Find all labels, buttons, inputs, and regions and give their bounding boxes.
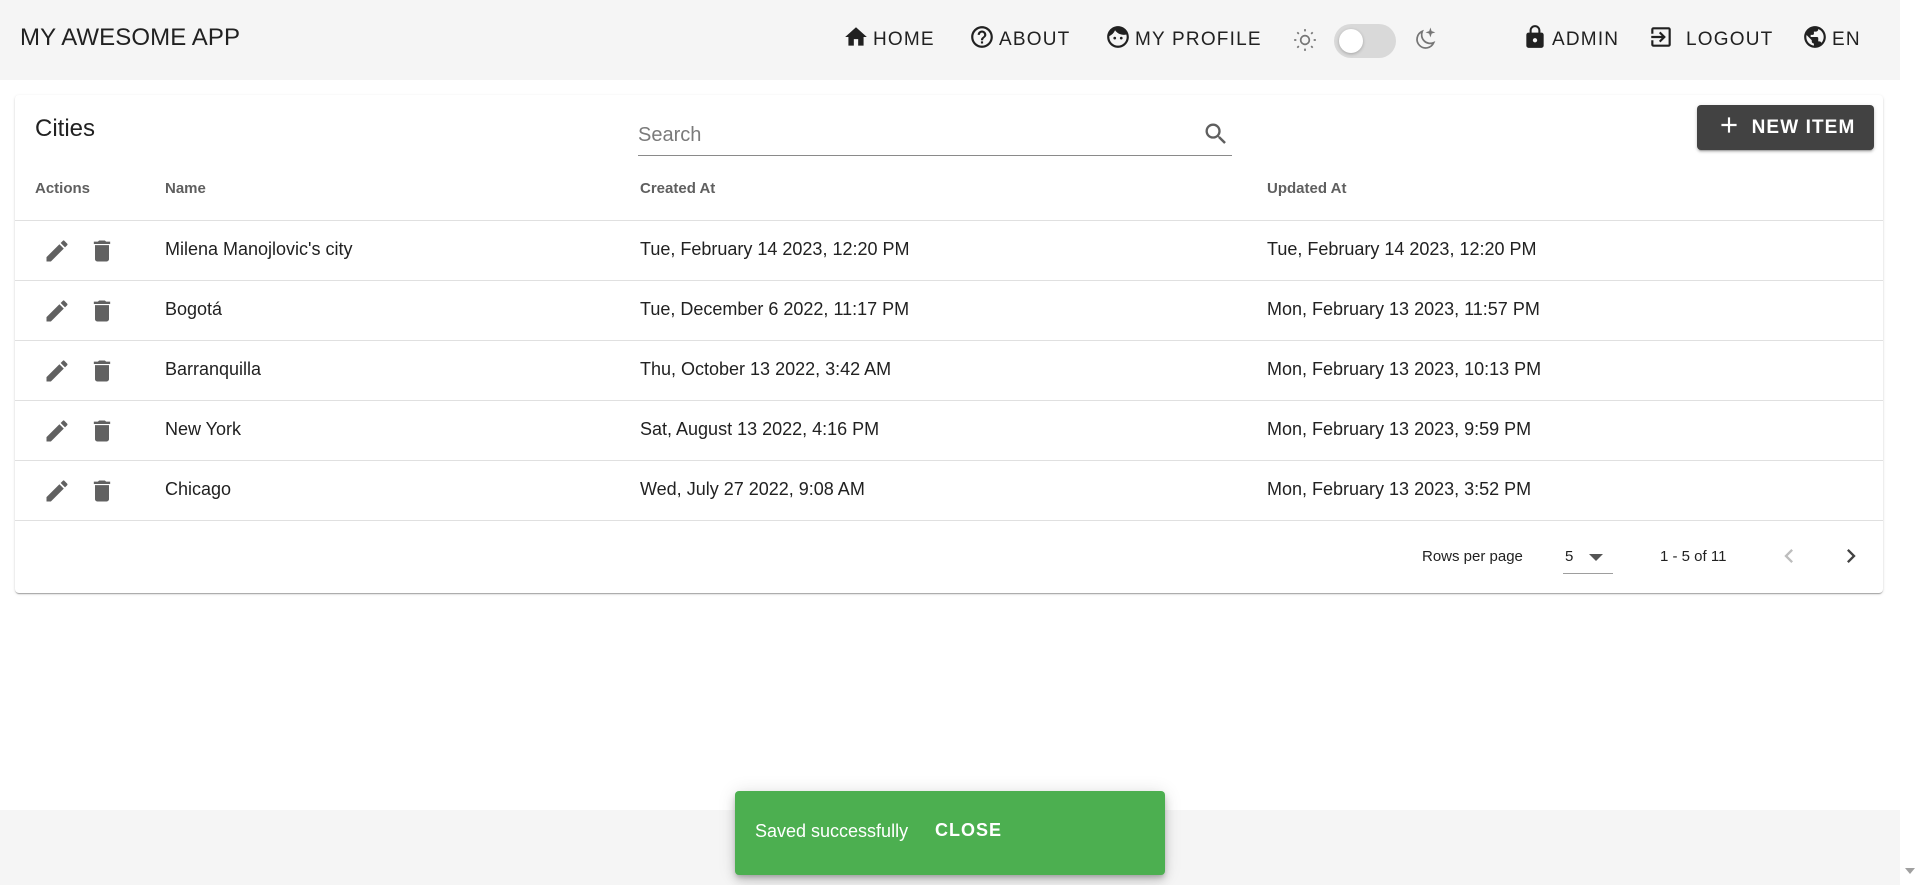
cell-name: Bogotá bbox=[165, 299, 223, 319]
page: MY AWESOME APP HOME ABOUT MY PROFILE ADM… bbox=[0, 0, 1920, 885]
snackbar: Saved successfully CLOSE bbox=[735, 791, 1165, 875]
add-icon bbox=[1716, 112, 1742, 144]
column-header-updated-at[interactable]: Updated At bbox=[1267, 180, 1346, 197]
edit-icon[interactable] bbox=[43, 417, 71, 445]
cell-updated-at: Mon, February 13 2023, 9:59 PM bbox=[1267, 419, 1532, 439]
column-header-name[interactable]: Name bbox=[165, 180, 206, 197]
rows-per-page-value: 5 bbox=[1565, 548, 1574, 565]
edit-icon[interactable] bbox=[43, 297, 71, 325]
cell-name: Barranquilla bbox=[165, 359, 262, 379]
new-item-button[interactable]: NEW ITEM bbox=[1697, 105, 1874, 150]
nav-profile-label: MY PROFILE bbox=[1135, 29, 1262, 50]
nav-profile-button[interactable]: MY PROFILE bbox=[1105, 20, 1262, 60]
search-icon[interactable] bbox=[1202, 120, 1230, 148]
lock-icon bbox=[1522, 24, 1548, 56]
column-header-actions: Actions bbox=[35, 180, 91, 197]
table-row: Milena Manojlovic's city Tue, February 1… bbox=[15, 220, 1883, 280]
next-page-icon[interactable] bbox=[1837, 542, 1865, 570]
page-scrollbar[interactable] bbox=[1900, 0, 1920, 885]
delete-icon[interactable] bbox=[88, 357, 116, 385]
cell-created-at: Tue, December 6 2022, 11:17 PM bbox=[640, 299, 910, 319]
table-row: Bogotá Tue, December 6 2022, 11:17 PM Mo… bbox=[15, 280, 1883, 340]
cell-created-at: Sat, August 13 2022, 4:16 PM bbox=[640, 419, 880, 439]
dropdown-arrow-icon bbox=[1589, 554, 1603, 561]
cell-name: Milena Manojlovic's city bbox=[165, 239, 353, 259]
delete-icon[interactable] bbox=[88, 297, 116, 325]
scroll-down-arrow-icon[interactable] bbox=[1905, 868, 1915, 874]
theme-toggle-knob bbox=[1339, 29, 1363, 53]
globe-icon bbox=[1802, 24, 1828, 56]
table-divider bbox=[15, 520, 1883, 521]
previous-page-icon[interactable] bbox=[1775, 542, 1803, 570]
cell-updated-at: Mon, February 13 2023, 10:13 PM bbox=[1267, 359, 1542, 379]
cell-updated-at: Mon, February 13 2023, 3:52 PM bbox=[1267, 479, 1532, 499]
app-title: MY AWESOME APP bbox=[20, 24, 241, 51]
edit-icon[interactable] bbox=[43, 237, 71, 265]
cell-updated-at: Tue, February 14 2023, 12:20 PM bbox=[1267, 239, 1537, 259]
delete-icon[interactable] bbox=[88, 417, 116, 445]
nav-logout-label: LOGOUT bbox=[1686, 29, 1774, 50]
nav-home-label: HOME bbox=[873, 29, 935, 50]
table-row: Barranquilla Thu, October 13 2022, 3:42 … bbox=[15, 340, 1883, 400]
help-circle-icon bbox=[969, 24, 995, 56]
language-label: EN bbox=[1832, 29, 1861, 50]
light-mode-icon bbox=[1292, 27, 1318, 53]
nav-admin-label: ADMIN bbox=[1552, 29, 1620, 50]
new-item-label: NEW ITEM bbox=[1751, 116, 1856, 138]
cell-created-at: Tue, February 14 2023, 12:20 PM bbox=[640, 239, 910, 259]
home-icon bbox=[843, 24, 869, 56]
nav-home-button[interactable]: HOME bbox=[843, 20, 935, 60]
delete-icon[interactable] bbox=[88, 237, 116, 265]
search-field bbox=[638, 110, 1232, 156]
search-input[interactable] bbox=[638, 120, 1178, 150]
logout-icon bbox=[1648, 24, 1674, 56]
face-icon bbox=[1105, 24, 1131, 56]
rows-per-page-select[interactable]: 5 bbox=[1563, 540, 1613, 574]
card-title: Cities bbox=[35, 115, 96, 142]
cell-created-at: Wed, July 27 2022, 9:08 AM bbox=[640, 479, 865, 499]
nav-about-label: ABOUT bbox=[999, 29, 1071, 50]
pagination-range: 1 - 5 of 11 bbox=[1660, 548, 1727, 565]
table-row: Chicago Wed, July 27 2022, 9:08 AM Mon, … bbox=[15, 460, 1883, 520]
cell-created-at: Thu, October 13 2022, 3:42 AM bbox=[640, 359, 892, 379]
delete-icon[interactable] bbox=[88, 477, 116, 505]
dark-mode-icon bbox=[1412, 27, 1438, 53]
cell-updated-at: Mon, February 13 2023, 11:57 PM bbox=[1267, 299, 1540, 319]
snackbar-message: Saved successfully bbox=[755, 821, 909, 841]
nav-logout-button[interactable]: LOGOUT bbox=[1648, 20, 1773, 60]
cell-name: New York bbox=[165, 419, 242, 439]
nav-admin-button[interactable]: ADMIN bbox=[1522, 20, 1619, 60]
snackbar-close-button[interactable]: CLOSE bbox=[935, 820, 1002, 841]
language-button[interactable]: EN bbox=[1802, 20, 1861, 60]
cell-name: Chicago bbox=[165, 479, 232, 499]
column-header-created-at[interactable]: Created At bbox=[640, 180, 715, 197]
table-row: New York Sat, August 13 2022, 4:16 PM Mo… bbox=[15, 400, 1883, 460]
edit-icon[interactable] bbox=[43, 357, 71, 385]
edit-icon[interactable] bbox=[43, 477, 71, 505]
app-bar: MY AWESOME APP HOME ABOUT MY PROFILE ADM… bbox=[0, 0, 1900, 80]
theme-toggle-switch[interactable] bbox=[1334, 24, 1396, 58]
nav-about-button[interactable]: ABOUT bbox=[969, 20, 1070, 60]
rows-per-page-label: Rows per page bbox=[1422, 548, 1523, 565]
